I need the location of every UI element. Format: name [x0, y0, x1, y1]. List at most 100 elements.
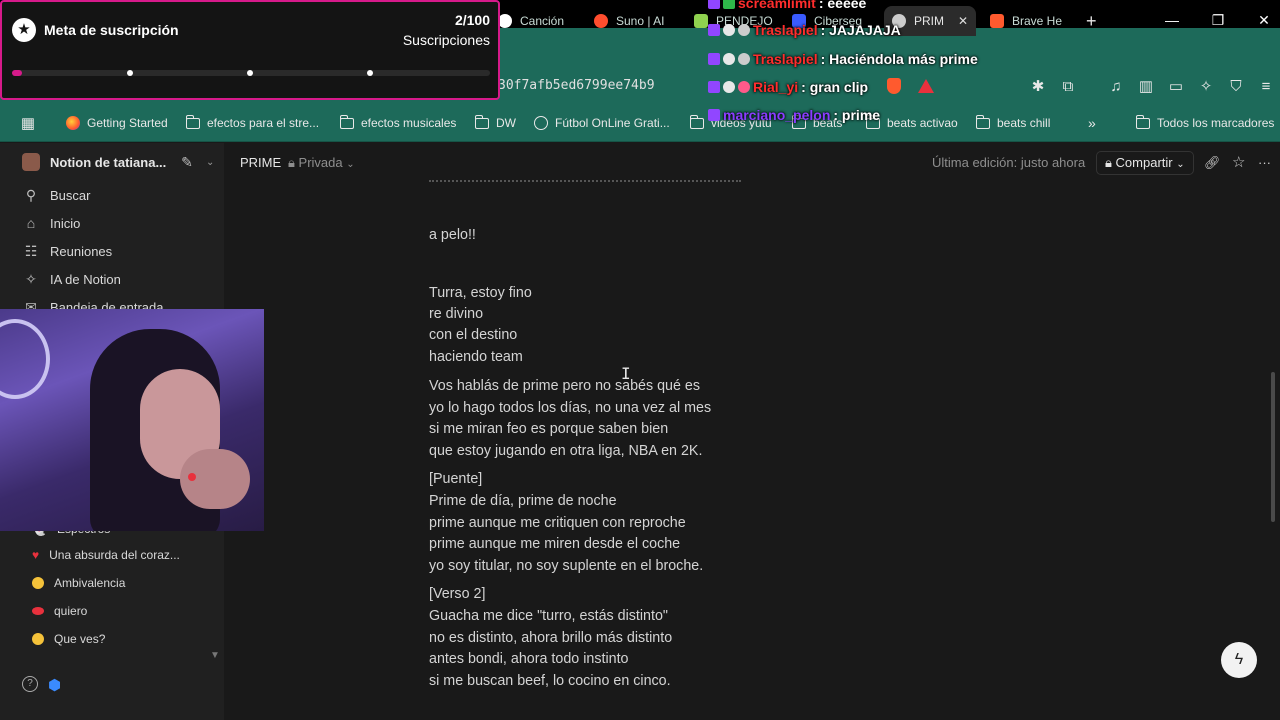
help-icon[interactable]: ? — [22, 676, 38, 692]
favorite-icon[interactable]: ☆ — [1232, 153, 1245, 171]
sub-badge-icon — [708, 109, 720, 121]
brave-shield-icon[interactable] — [884, 76, 904, 96]
page-item-quiero[interactable]: quiero — [32, 600, 87, 622]
close-window-button[interactable]: ✕ — [1244, 6, 1280, 34]
tab-cancion[interactable]: Canción — [498, 6, 576, 36]
goal-subtitle: Suscripciones — [402, 32, 490, 48]
lyric-line[interactable]: que estoy jugando en otra liga, NBA en 2… — [429, 443, 702, 459]
new-page-icon[interactable]: ✎ ⌄ — [178, 151, 214, 173]
heart-badge-icon — [723, 53, 735, 65]
copy-link-icon[interactable]: 🔗︎ — [1204, 155, 1221, 171]
goal-milestone — [127, 70, 133, 76]
lyric-line[interactable]: no es distinto, ahora brillo más distint… — [429, 630, 672, 646]
lock-icon: 🔒︎ — [1105, 155, 1112, 170]
more-options-icon[interactable]: ··· — [1258, 155, 1271, 170]
minimize-button[interactable]: — — [1152, 6, 1192, 34]
sidebar-scroll-down-icon[interactable]: ▼ — [210, 650, 220, 661]
subscription-goal-widget — [0, 0, 500, 100]
lyric-line[interactable]: prime aunque me miren desde el coche — [429, 536, 680, 552]
worried-face-icon — [32, 633, 44, 645]
apps-grid-icon[interactable]: ▦ — [18, 113, 38, 133]
folder-icon — [1135, 114, 1150, 129]
tab-favicon — [694, 14, 708, 28]
lyric-line[interactable]: haciendo team — [429, 349, 523, 365]
bookmark-efectos-musicales[interactable]: efectos musicales — [339, 114, 456, 132]
lyric-line[interactable]: Prime de día, prime de noche — [429, 493, 617, 509]
lock-icon: 🔒︎ — [288, 155, 295, 170]
sidebar-icon[interactable]: ▥ — [1136, 76, 1156, 96]
music-icon — [498, 14, 512, 28]
globe-icon — [534, 116, 548, 130]
lyric-line[interactable]: re divino — [429, 306, 483, 322]
heart-badge-icon — [738, 81, 750, 93]
sidebar-item-reuniones[interactable]: ☷ Reuniones — [22, 240, 112, 262]
page-item-que-ves[interactable]: Que ves? — [32, 628, 105, 650]
vpn-icon[interactable]: ⛉ — [1226, 76, 1246, 96]
heart-badge-icon — [723, 81, 735, 93]
close-tab-icon[interactable]: ✕ — [958, 14, 968, 28]
sub-badge-icon — [708, 24, 720, 36]
wall-emblem — [0, 319, 50, 399]
sidebar-item-ia[interactable]: ✧ IA de Notion — [22, 268, 121, 290]
meetings-icon: ☷ — [24, 242, 38, 259]
folder-icon — [689, 114, 704, 129]
lyric-line[interactable]: con el destino — [429, 327, 517, 343]
lyric-line[interactable]: antes bondi, ahora todo instinto — [429, 651, 629, 667]
menu-icon[interactable]: ≡ — [1256, 76, 1276, 96]
sub-badge-icon — [708, 53, 720, 65]
new-tab-button[interactable]: + — [1086, 6, 1106, 36]
lyric-line[interactable]: si me buscan beef, lo cocino en cinco. — [429, 673, 671, 689]
share-button[interactable]: 🔒︎ Compartir ⌄ — [1096, 151, 1194, 175]
lyric-line[interactable]: [Verso 2] — [429, 586, 485, 602]
lyric-line[interactable]: a pelo!! — [429, 227, 476, 243]
goal-title: Meta de suscripción — [44, 22, 179, 38]
sidebar-item-buscar[interactable]: ⚲ Buscar — [22, 184, 91, 206]
privacy-badge[interactable]: 🔒︎ Privada ⌄ — [288, 155, 355, 171]
search-icon: ⚲ — [25, 186, 37, 203]
bookmark-futbol[interactable]: Fútbol OnLine Grati... — [534, 114, 670, 132]
lips-icon — [32, 607, 44, 615]
extensions-icon[interactable]: ✱ — [1028, 76, 1048, 96]
star-icon: ★ — [12, 18, 36, 42]
neutral-face-icon — [32, 577, 44, 589]
lyric-line[interactable]: si me miran feo es porque saben bien — [429, 421, 668, 437]
bookmark-all[interactable]: Todos los marcadores — [1135, 114, 1274, 132]
chat-message: Rial_yi : gran clip — [708, 76, 868, 98]
page-scrollbar[interactable] — [1271, 372, 1275, 522]
tab-suno[interactable]: Suno | AI — [594, 6, 672, 36]
bookmark-dw[interactable]: DW — [474, 114, 516, 132]
page-item-ambivalencia[interactable]: Ambivalencia — [32, 572, 125, 594]
home-icon: ⌂ — [26, 215, 36, 231]
lyric-line[interactable]: Turra, estoy fino — [429, 285, 532, 301]
sidebar-item-inicio[interactable]: ⌂ Inicio — [22, 212, 81, 234]
bookmark-getting-started[interactable]: Getting Started — [66, 114, 168, 132]
lyric-line[interactable]: Vos hablás de prime pero no sabés qué es — [429, 378, 700, 394]
bookmark-beats-chill[interactable]: beats chill — [975, 114, 1050, 132]
page-title[interactable]: PRIME — [240, 155, 281, 170]
notion-ai-button[interactable]: ϟ — [1221, 642, 1257, 678]
lyric-line[interactable]: prime aunque me critiquen con reproche — [429, 515, 686, 531]
sub-badge-icon — [708, 0, 720, 9]
workspace-switcher[interactable]: Notion de tatiana... — [22, 151, 166, 173]
more-bookmarks-icon[interactable]: » — [1088, 114, 1096, 132]
leo-ai-icon[interactable]: ✧ — [1196, 76, 1216, 96]
chat-message: Traslapiel : Haciéndola más prime — [708, 48, 978, 70]
marketplace-icon[interactable]: ⬢ — [48, 676, 61, 694]
lyric-line[interactable]: yo soy titular, no soy suplente en el br… — [429, 558, 703, 574]
maximize-button[interactable]: ❐ — [1198, 6, 1238, 34]
bookmark-efectos-stream[interactable]: efectos para el stre... — [185, 114, 319, 132]
lyric-line[interactable]: Guacha me dice "turro, estás distinto" — [429, 608, 668, 624]
lyric-line[interactable]: yo lo hago todos los días, no una vez al… — [429, 400, 711, 416]
text-cursor-icon: I — [621, 364, 631, 383]
folder-icon — [185, 114, 200, 129]
goal-milestone — [367, 70, 373, 76]
music-icon[interactable]: ♫ — [1106, 76, 1126, 96]
page-item-absurda[interactable]: ♥ Una absurda del coraz... — [32, 544, 180, 566]
wallet-icon[interactable]: ▭ — [1166, 76, 1186, 96]
lyric-line[interactable]: [Puente] — [429, 471, 482, 487]
workspace-avatar — [22, 153, 40, 171]
screenshot-icon[interactable]: ⧉ — [1058, 76, 1078, 96]
address-text[interactable]: 30f7afb5ed6799ee74b9 — [498, 78, 655, 93]
tab-brave[interactable]: Brave He — [990, 6, 1066, 36]
rewards-icon[interactable] — [916, 76, 936, 96]
